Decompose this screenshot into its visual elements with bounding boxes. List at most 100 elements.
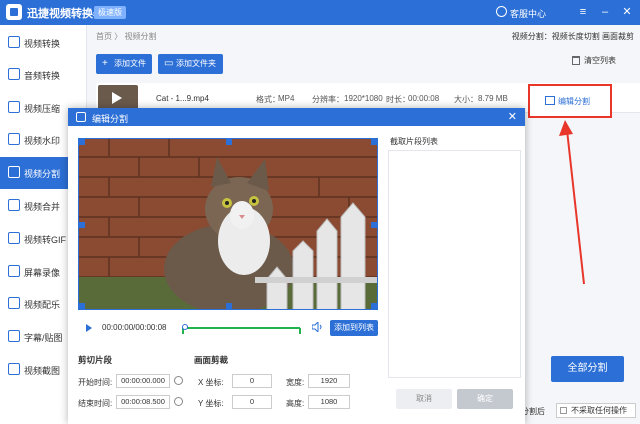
- crop-section-title: 画面剪裁: [194, 355, 229, 365]
- close-window-button[interactable]: ✕: [620, 3, 634, 21]
- split-icon: [545, 96, 555, 105]
- volume-icon[interactable]: [312, 322, 323, 332]
- crop-handle[interactable]: [371, 303, 377, 309]
- video-icon: [8, 36, 20, 48]
- add-file-label: 添加文件: [114, 59, 146, 68]
- y-coordinate-label: Y 坐标:: [198, 399, 224, 408]
- after-split-select[interactable]: 不采取任何操作: [556, 403, 636, 418]
- width-input[interactable]: 1920: [308, 374, 350, 388]
- timeline-track[interactable]: [184, 327, 300, 329]
- full-split-button[interactable]: 全部分割: [551, 356, 624, 382]
- ok-button[interactable]: 确定: [457, 389, 513, 409]
- height-label: 高度:: [286, 399, 305, 408]
- add-folder-button[interactable]: ▭ 添加文件夹: [158, 54, 223, 74]
- clock-icon[interactable]: [174, 397, 183, 406]
- clock-icon[interactable]: [174, 376, 183, 385]
- music-icon: [8, 68, 20, 80]
- add-file-button[interactable]: + 添加文件: [96, 54, 152, 74]
- cut-section-title: 剪切片段: [78, 355, 113, 365]
- video-preview[interactable]: [78, 138, 378, 310]
- sidebar-item-label: 视频分割: [24, 169, 61, 179]
- clear-list-button[interactable]: 清空列表: [584, 55, 616, 66]
- time-display: 00:00:00/00:00:08: [102, 323, 167, 332]
- clips-list[interactable]: [388, 150, 521, 378]
- dialog-title-bar: 编辑分割 ✕: [68, 108, 525, 126]
- edit-split-dialog: 编辑分割 ✕ 00:00:00/00:00:08 添加到列表 截取片段列表 剪切…: [68, 108, 525, 424]
- crop-handle[interactable]: [79, 303, 85, 309]
- duration-label: 时长：: [386, 95, 410, 104]
- camera-icon: [8, 363, 20, 375]
- split-icon: [76, 112, 86, 122]
- size-label: 大小：: [454, 95, 478, 104]
- add-folder-label: 添加文件夹: [176, 59, 216, 68]
- resolution-label: 分辨率：: [312, 95, 344, 104]
- close-icon[interactable]: ✕: [508, 110, 517, 123]
- sidebar-item-label: 视频压缩: [24, 104, 61, 114]
- merge-icon: [8, 199, 20, 211]
- cancel-button[interactable]: 取消: [396, 389, 452, 409]
- after-split-option: 不采取任何操作: [571, 406, 627, 415]
- sidebar-item-label: 视频配乐: [24, 300, 61, 310]
- watermark-icon: [8, 133, 20, 145]
- resolution-value: 1920*1080: [344, 94, 383, 103]
- checkbox[interactable]: [560, 407, 567, 414]
- sidebar-item-label: 字幕/贴图: [24, 333, 63, 343]
- sidebar-item-label: 视频截图: [24, 366, 61, 376]
- sidebar-item-label: 视频转GIF: [24, 235, 66, 245]
- sidebar-item-audio-convert[interactable]: 音频转换: [0, 59, 87, 91]
- screen-icon: [8, 265, 20, 277]
- x-coordinate-label: X 坐标:: [198, 378, 224, 387]
- trash-icon: [572, 56, 580, 65]
- width-label: 宽度:: [286, 378, 305, 387]
- headset-icon[interactable]: [496, 6, 507, 17]
- play-icon[interactable]: [86, 324, 92, 332]
- dialog-title: 编辑分割: [92, 114, 129, 124]
- app-logo-icon: [6, 4, 22, 20]
- sidebar-item-video-convert[interactable]: 视频转换: [0, 27, 87, 59]
- clips-list-title: 截取片段列表: [390, 137, 438, 146]
- crop-handle[interactable]: [371, 139, 377, 145]
- trim-end-marker[interactable]: [299, 328, 301, 334]
- edition-badge: 极速版: [94, 6, 126, 19]
- height-input[interactable]: 1080: [308, 395, 350, 409]
- crop-handle[interactable]: [226, 139, 232, 145]
- edit-split-label: 编辑分割: [558, 97, 590, 106]
- annotation-arrow: [559, 120, 585, 285]
- folder-icon: ▭: [164, 58, 174, 69]
- crop-handle[interactable]: [79, 139, 85, 145]
- file-name: Cat - 1...9.mp4: [156, 94, 209, 103]
- edit-split-button[interactable]: 编辑分割: [528, 84, 612, 118]
- menu-icon[interactable]: ≡: [576, 3, 590, 21]
- subtitle-icon: [8, 330, 20, 342]
- size-value: 8.79 MB: [478, 94, 508, 103]
- crop-handle[interactable]: [79, 222, 85, 228]
- plus-icon: +: [102, 58, 108, 69]
- start-time-label: 开始时间:: [78, 378, 113, 387]
- app-title: 迅捷视频转换器: [27, 8, 104, 20]
- mode-info: 视频分割：视频长度切割 画面裁剪: [511, 32, 634, 41]
- compress-icon: [8, 101, 20, 113]
- crop-handle[interactable]: [226, 303, 232, 309]
- crop-handle[interactable]: [371, 222, 377, 228]
- minimize-button[interactable]: –: [598, 3, 612, 21]
- gif-icon: [8, 232, 20, 244]
- format-value: MP4: [278, 94, 295, 103]
- breadcrumb: 首页 〉 视频分割: [96, 32, 157, 41]
- cat-video-frame: [79, 139, 377, 309]
- title-bar: 迅捷视频转换器 极速版 客服中心 ≡ – ✕: [0, 0, 640, 25]
- sidebar-item-label: 视频合并: [24, 202, 61, 212]
- sidebar-item-label: 视频水印: [24, 136, 61, 146]
- y-coordinate-input[interactable]: 0: [232, 395, 272, 409]
- start-time-input[interactable]: 00:00:00.000: [116, 374, 170, 388]
- sidebar-item-label: 视频转换: [24, 39, 61, 49]
- playhead-handle[interactable]: [182, 324, 188, 330]
- split-icon: [8, 166, 20, 178]
- x-coordinate-input[interactable]: 0: [232, 374, 272, 388]
- add-to-list-button[interactable]: 添加到列表: [330, 320, 378, 336]
- duration-value: 00:00:08: [408, 94, 440, 103]
- end-time-input[interactable]: 00:00:08.500: [116, 395, 170, 409]
- sidebar-item-label: 音频转换: [24, 71, 61, 81]
- sidebar-item-label: 屏幕录像: [24, 268, 61, 278]
- customer-service-link[interactable]: 客服中心: [510, 7, 546, 20]
- format-label: 格式：: [256, 95, 280, 104]
